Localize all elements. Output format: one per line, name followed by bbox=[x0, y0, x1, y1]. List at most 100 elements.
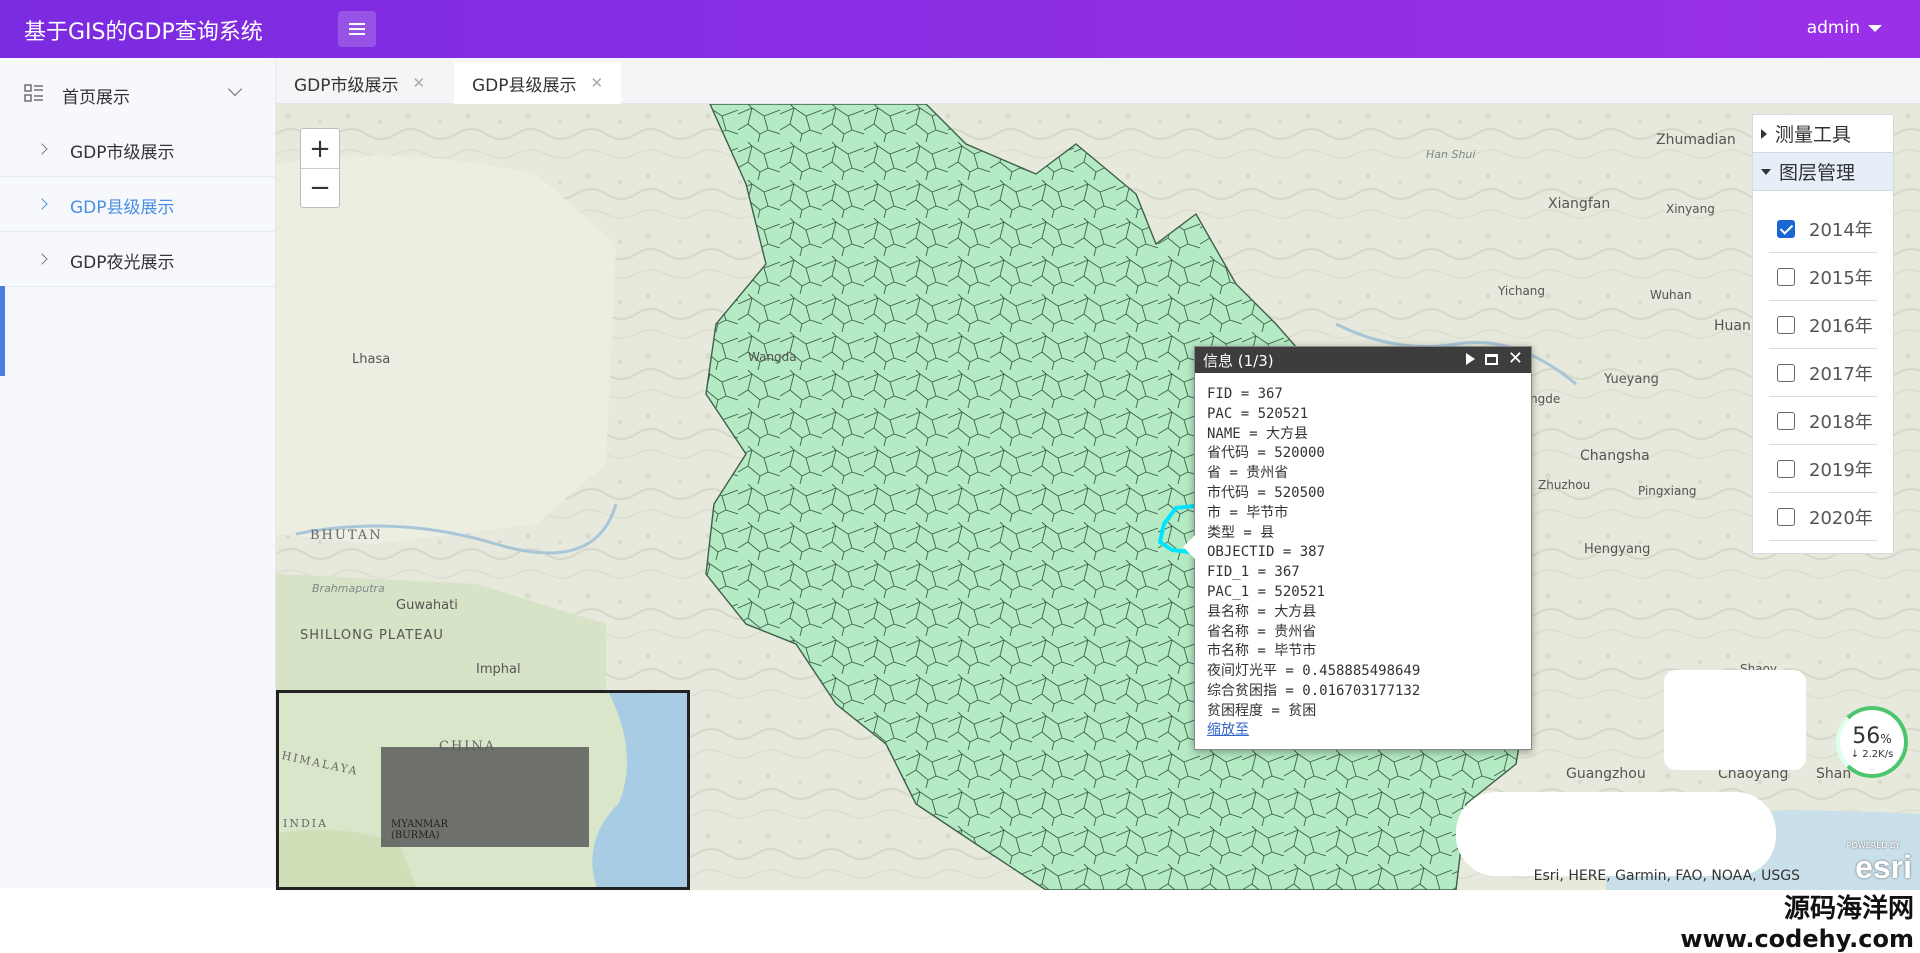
map-place-label: Changsha bbox=[1580, 448, 1650, 464]
layer-checkbox[interactable] bbox=[1777, 315, 1795, 334]
user-menu[interactable]: admin bbox=[1807, 18, 1882, 38]
overview-label: INDIA bbox=[283, 817, 329, 830]
close-icon[interactable]: ✕ bbox=[1508, 350, 1523, 368]
year-label: 2015年 bbox=[1809, 267, 1873, 289]
map-view[interactable]: Zhumadian Xiangfan Xinyang Yichang Wuhan… bbox=[276, 104, 1920, 890]
year-layer-row[interactable]: 2018年 bbox=[1769, 397, 1877, 445]
popup-attribute-line: 市名称 = 毕节市 bbox=[1207, 643, 1317, 660]
layer-checkbox[interactable] bbox=[1777, 219, 1795, 238]
zoom-out-button[interactable]: − bbox=[301, 168, 339, 207]
year-label: 2016年 bbox=[1809, 315, 1873, 337]
network-speed-widget[interactable]: 56% ↓ 2.2K/s bbox=[1836, 706, 1908, 778]
layer-checkbox[interactable] bbox=[1777, 507, 1795, 526]
map-place-label: Hengyang bbox=[1584, 542, 1651, 557]
map-place-label: Imphal bbox=[476, 662, 521, 677]
layer-manager-label: 图层管理 bbox=[1779, 162, 1856, 184]
year-layer-row[interactable]: 2016年 bbox=[1769, 301, 1877, 349]
popup-attribute-line: 综合贫困指 = 0.016703177132 bbox=[1207, 682, 1421, 699]
caret-down-icon bbox=[1868, 24, 1882, 32]
popup-pointer bbox=[1183, 535, 1195, 559]
map-place-label: SHILLONG PLATEAU bbox=[300, 628, 444, 643]
popup-attribute-line: 市代码 = 520500 bbox=[1207, 484, 1325, 501]
layer-manager-header[interactable]: 图层管理 bbox=[1753, 153, 1893, 191]
popup-attribute-line: NAME = 大方县 bbox=[1207, 425, 1309, 442]
sidebar-item-label: GDP夜光展示 bbox=[70, 253, 175, 273]
esri-logo: esri bbox=[1855, 849, 1912, 885]
menu-toggle-button[interactable] bbox=[338, 11, 376, 47]
watermark-line2: www.codehy.com bbox=[1680, 925, 1914, 953]
popup-attribute-line: PAC_1 = 520521 bbox=[1207, 583, 1326, 600]
layer-checkbox[interactable] bbox=[1777, 459, 1795, 478]
tab-county-gdp[interactable]: GDP县级展示 ✕ bbox=[454, 62, 622, 104]
map-place-label: Huan bbox=[1714, 318, 1751, 334]
map-place-label: Yueyang bbox=[1604, 372, 1659, 387]
top-header: 基于GIS的GDP查询系统 admin bbox=[0, 0, 1920, 58]
year-label: 2014年 bbox=[1809, 219, 1873, 241]
tool-panel: 测量工具 图层管理 2014年 2015年 2016年 2017年 2018年 … bbox=[1752, 114, 1894, 554]
year-label: 2020年 bbox=[1809, 507, 1873, 529]
caret-right-icon bbox=[1761, 128, 1767, 139]
speed-rate: ↓ 2.2K/s bbox=[1850, 749, 1894, 760]
layer-checkbox[interactable] bbox=[1777, 363, 1795, 382]
zoom-control: + − bbox=[300, 128, 340, 208]
sidebar-active-indicator bbox=[0, 286, 5, 376]
layer-checkbox[interactable] bbox=[1777, 411, 1795, 430]
map-place-label: BHUTAN bbox=[310, 528, 383, 543]
map-place-label: ngde bbox=[1530, 392, 1561, 406]
app-title: 基于GIS的GDP查询系统 bbox=[24, 20, 263, 45]
chevron-right-icon bbox=[36, 253, 48, 265]
year-layer-row[interactable]: 2015年 bbox=[1769, 253, 1877, 301]
tab-city-gdp[interactable]: GDP市级展示 ✕ bbox=[276, 62, 443, 104]
year-label: 2019年 bbox=[1809, 459, 1873, 481]
hamburger-icon bbox=[349, 23, 365, 35]
popup-attribute-line: 县名称 = 大方县 bbox=[1207, 603, 1317, 620]
map-place-label: Wangda bbox=[748, 350, 797, 364]
year-layer-row[interactable]: 2019年 bbox=[1769, 445, 1877, 493]
year-layer-row[interactable]: 2017年 bbox=[1769, 349, 1877, 397]
year-layer-row[interactable]: 2020年 bbox=[1769, 493, 1877, 541]
map-place-label: Yichang bbox=[1498, 284, 1546, 298]
layer-checkbox[interactable] bbox=[1777, 267, 1795, 286]
maximize-icon[interactable] bbox=[1484, 353, 1498, 365]
year-layer-row[interactable]: 2014年 bbox=[1769, 205, 1877, 253]
chevron-right-icon bbox=[36, 198, 48, 210]
popup-attribute-line: 省名称 = 贵州省 bbox=[1207, 623, 1317, 640]
popup-attribute-line: PAC = 520521 bbox=[1207, 405, 1309, 422]
popup-attributes: FID = 367 PAC = 520521 NAME = 大方县 省代码 = 520… bbox=[1195, 373, 1531, 722]
overview-label: MYANMAR (BURMA) bbox=[391, 819, 449, 841]
popup-attribute-line: 类型 = 县 bbox=[1207, 524, 1275, 541]
sidebar-item-label: GDP县级展示 bbox=[70, 198, 175, 218]
map-place-label: Xinyang bbox=[1666, 202, 1715, 216]
chevron-down-icon bbox=[227, 81, 243, 97]
sidebar-home-group[interactable]: 首页展示 bbox=[0, 68, 276, 118]
tab-close-icon[interactable]: ✕ bbox=[413, 74, 426, 92]
tab-label: GDP县级展示 bbox=[472, 75, 577, 96]
tab-close-icon[interactable]: ✕ bbox=[591, 74, 604, 92]
tab-bar: GDP市级展示 ✕ GDP县级展示 ✕ bbox=[276, 58, 1920, 104]
year-layer-list: 2014年 2015年 2016年 2017年 2018年 2019年 2020… bbox=[1753, 191, 1893, 541]
map-attribution: Esri, HERE, Garmin, FAO, NOAA, USGS bbox=[1533, 868, 1800, 884]
map-place-label: Pingxiang bbox=[1638, 484, 1697, 498]
year-label: 2018年 bbox=[1809, 411, 1873, 433]
measure-tool-header[interactable]: 测量工具 bbox=[1753, 115, 1893, 153]
popup-attribute-line: FID_1 = 367 bbox=[1207, 564, 1300, 581]
sidebar-item-county-gdp[interactable]: GDP县级展示 bbox=[0, 177, 276, 232]
blank-overlay-card bbox=[1664, 670, 1806, 770]
tab-label: GDP市级展示 bbox=[294, 75, 399, 96]
map-place-label: Wuhan bbox=[1650, 288, 1692, 302]
overview-map[interactable]: CHINA HIMALAYA MYANMAR (BURMA) INDIA bbox=[276, 690, 690, 890]
zoom-in-button[interactable]: + bbox=[301, 129, 339, 168]
sidebar-item-nightlight-gdp[interactable]: GDP夜光展示 bbox=[0, 232, 276, 287]
popup-attribute-line: OBJECTID = 387 bbox=[1207, 544, 1326, 561]
site-watermark: 源码海洋网 www.codehy.com bbox=[1680, 888, 1914, 953]
sidebar-item-city-gdp[interactable]: GDP市级展示 bbox=[0, 122, 276, 177]
popup-title: 信息 (1/3) bbox=[1203, 351, 1274, 370]
map-place-label: Guangzhou bbox=[1566, 766, 1646, 782]
sidebar-home-label: 首页展示 bbox=[62, 88, 130, 108]
next-feature-icon[interactable] bbox=[1465, 353, 1475, 365]
map-place-label: Lhasa bbox=[352, 352, 391, 367]
speed-percent: 56% bbox=[1852, 724, 1892, 749]
map-place-label: Zhuzhou bbox=[1538, 478, 1591, 492]
popup-attribute-line: FID = 367 bbox=[1207, 386, 1283, 402]
zoom-to-link[interactable]: 缩放至 bbox=[1207, 719, 1249, 739]
